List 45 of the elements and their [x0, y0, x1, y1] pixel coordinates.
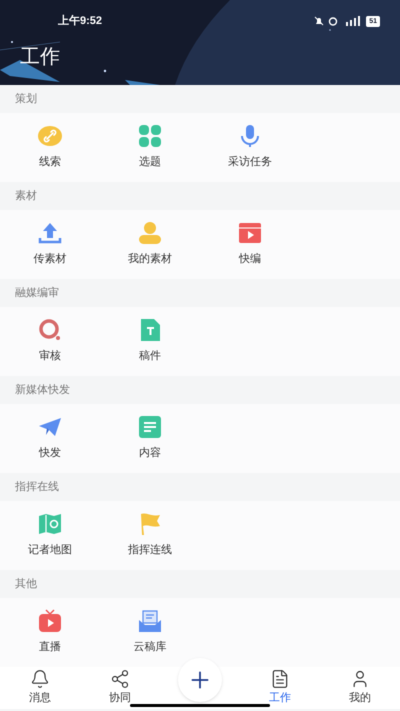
menu-item[interactable]: 审核 — [0, 307, 100, 376]
network-icon — [110, 669, 130, 690]
menu-item[interactable]: 快发 — [0, 404, 100, 473]
bell-icon — [30, 669, 50, 690]
menu-item[interactable]: 云稿库 — [100, 598, 200, 667]
section-heading: 策划 — [15, 92, 37, 107]
nav-tab[interactable]: 我的 — [320, 669, 400, 707]
section-heading: 素材 — [15, 188, 37, 204]
menu-item[interactable]: 线索 — [0, 113, 100, 182]
nav-tab[interactable]: 消息 — [0, 669, 80, 707]
video-clip-icon — [238, 221, 262, 246]
user-icon — [138, 221, 162, 246]
menu-item[interactable]: 传素材 — [0, 210, 100, 279]
content-icon — [138, 415, 162, 440]
status-time: 上午9:52 — [58, 14, 102, 29]
menu-item[interactable]: 内容 — [100, 404, 200, 473]
menu-item[interactable]: 稿件 — [100, 307, 200, 376]
menu-item[interactable]: 直播 — [0, 598, 100, 667]
menu-item[interactable]: 我的素材 — [100, 210, 200, 279]
document-icon — [138, 318, 162, 342]
section-heading: 其他 — [15, 576, 37, 592]
map-pin-icon — [38, 512, 62, 536]
flag-icon — [138, 512, 162, 536]
section-heading: 新媒体快发 — [15, 382, 70, 398]
add-button[interactable] — [178, 658, 222, 702]
menu-item[interactable]: 记者地图 — [0, 501, 100, 570]
section-heading: 指挥在线 — [15, 480, 59, 495]
upload-icon — [38, 221, 62, 246]
clover-icon — [138, 124, 162, 148]
page-title: 工作 — [20, 46, 60, 68]
menu-item[interactable]: 采访任务 — [200, 113, 300, 182]
inbox-icon — [138, 609, 162, 634]
microphone-icon — [238, 124, 262, 148]
alarm-icon — [328, 16, 338, 26]
menu-item[interactable]: 选题 — [100, 113, 200, 182]
document-icon — [270, 669, 290, 690]
menu-item[interactable]: 快编 — [200, 210, 300, 279]
nav-tab[interactable]: 协同 — [80, 669, 160, 707]
section-heading: 融媒编审 — [15, 286, 59, 301]
menu-item[interactable]: 指挥连线 — [100, 501, 200, 570]
mute-bell-icon — [314, 16, 324, 26]
link-icon — [38, 124, 62, 148]
review-icon — [38, 318, 62, 342]
tv-play-icon — [38, 609, 62, 634]
nav-tab[interactable]: 工作 — [240, 669, 320, 707]
